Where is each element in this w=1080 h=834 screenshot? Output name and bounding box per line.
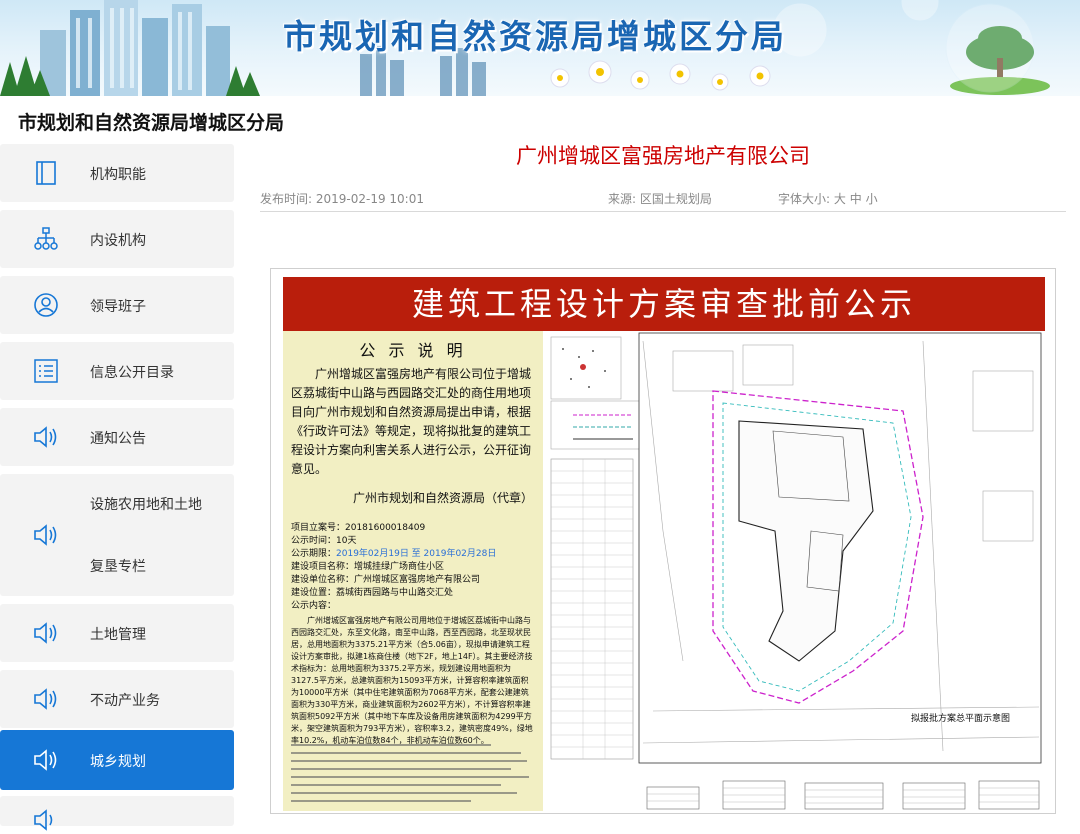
article-title: 广州增城区富强房地产有限公司 xyxy=(516,144,810,168)
notice-image: 建筑工程设计方案审查批前公示 公 示 说 明 广州增城区富强房地产有限公司位于增… xyxy=(270,268,1056,814)
sidebar-item-leadership[interactable]: 领导班子 xyxy=(0,276,234,334)
notice-period: 公示时间：10天 xyxy=(291,536,357,546)
speaker-icon xyxy=(32,619,60,647)
notice-heading: 公 示 说 明 xyxy=(359,341,467,360)
notice-content: 广州增城区富强房地产有限公司用地位于增城区荔城街中山路与西园路交汇处，东至文化路… xyxy=(291,616,533,745)
sidebar-item-label: 信息公开目录 xyxy=(90,365,174,381)
article-source: 来源: 区国土规划局 xyxy=(608,192,712,206)
sidebar-item-real-estate[interactable]: 不动产业务 xyxy=(0,670,234,728)
notice-facts: 项目立案号：20181600018409 公示时间：10天 公示期限：2019年… xyxy=(291,522,535,613)
publish-time: 发布时间: 2019-02-19 10:01 xyxy=(260,192,424,206)
sidebar-item-urban-rural-planning[interactable]: 城乡规划 xyxy=(0,730,234,790)
speaker-icon xyxy=(32,521,60,549)
sidebar-item-partial[interactable] xyxy=(0,796,234,831)
speaker-icon xyxy=(32,746,60,774)
sidebar-item-land-management[interactable]: 土地管理 xyxy=(0,604,234,662)
notice-header: 建筑工程设计方案审查批前公示 xyxy=(283,277,1045,331)
sidebar-item-label: 内设机构 xyxy=(90,233,146,249)
sidebar-item-institution-functions[interactable]: 机构职能 xyxy=(0,144,234,202)
sidebar-item-label: 通知公告 xyxy=(90,431,146,447)
sidebar-item-label: 城乡规划 xyxy=(90,754,146,770)
notice-body: 广州增城区富强房地产有限公司位于增城区荔城街中山路与西园路交汇处的商住用地项目向… xyxy=(291,367,532,476)
font-size-control: 字体大小: 大 中 小 xyxy=(778,190,878,207)
project-location: 建设位置：荔城街西园路与中山路交汇处 xyxy=(291,588,454,598)
speaker-icon xyxy=(32,685,60,713)
project-name: 建设项目名称：增城挂绿广场商住小区 xyxy=(291,562,445,572)
sidebar-item-label: 不动产业务 xyxy=(90,693,160,709)
font-size-large[interactable]: 大 xyxy=(834,192,846,206)
list-icon xyxy=(32,357,60,385)
notice-text-panel: 公 示 说 明 广州增城区富强房地产有限公司位于增城区荔城街中山路与西园路交汇处… xyxy=(283,331,543,811)
site-title: 市规划和自然资源局增城区分局 xyxy=(18,112,285,134)
font-size-small[interactable]: 小 xyxy=(866,192,878,206)
font-size-medium[interactable]: 中 xyxy=(850,192,862,206)
sidebar-item-info-disclosure[interactable]: 信息公开目录 xyxy=(0,342,234,400)
site-plan-drawing: 拟报批方案总平面示意图 xyxy=(543,331,1045,811)
sidebar-item-label: 机构职能 xyxy=(90,167,146,183)
content-label: 公示内容： xyxy=(291,601,337,611)
builder-name: 建设单位名称：广州增城区富强房地产有限公司 xyxy=(291,575,481,585)
plan-caption: 拟报批方案总平面示意图 xyxy=(911,714,1011,724)
sidebar-item-label-line1: 设施农用地和土地 xyxy=(90,497,202,513)
notice-dates: 公示期限：2019年02月19日 至 2019年02月28日 xyxy=(291,549,497,559)
sidebar-item-internal-departments[interactable]: 内设机构 xyxy=(0,210,234,268)
speaker-icon xyxy=(32,806,60,834)
font-size-label: 字体大小: xyxy=(778,192,831,206)
notice-footnotes xyxy=(291,744,529,802)
sidebar-item-notices[interactable]: 通知公告 xyxy=(0,408,234,466)
org-chart-icon xyxy=(32,225,60,253)
article-meta: 发布时间: 2019-02-19 10:01 来源: 区国土规划局 字体大小: … xyxy=(260,190,1066,212)
header-banner: 市规划和自然资源局增城区分局 xyxy=(0,0,1080,96)
speaker-icon xyxy=(32,423,60,451)
site-plan-svg xyxy=(550,332,1042,810)
notice-signature: 广州市规划和自然资源局（代章） xyxy=(352,491,533,505)
building-icon xyxy=(32,159,60,187)
user-circle-icon xyxy=(32,291,60,319)
sidebar-item-label: 领导班子 xyxy=(90,299,146,315)
project-number: 项目立案号：20181600018409 xyxy=(291,523,426,533)
sidebar-item-label: 土地管理 xyxy=(90,627,146,643)
banner-title: 市规划和自然资源局增城区分局 xyxy=(283,17,787,56)
sidebar-item-agricultural-land[interactable]: 设施农用地和土地 复垦专栏 xyxy=(0,474,234,596)
sidebar-item-label-line2: 复垦专栏 xyxy=(90,559,146,575)
daisy-decoration xyxy=(550,60,771,91)
